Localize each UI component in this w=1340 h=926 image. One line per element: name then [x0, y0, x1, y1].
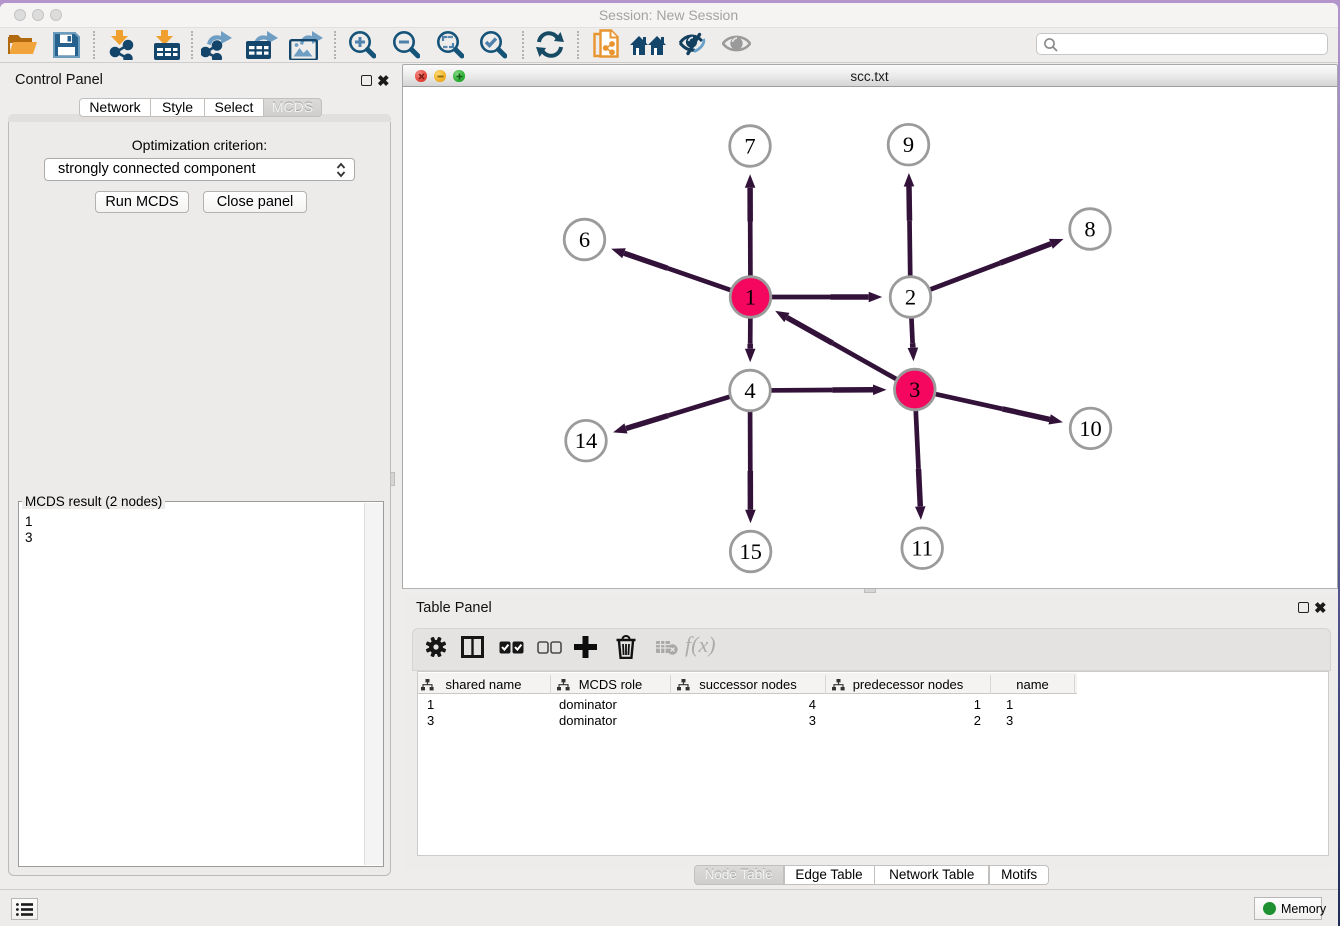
svg-text:6: 6: [579, 227, 590, 252]
svg-text:2: 2: [905, 284, 916, 309]
svg-text:1: 1: [745, 284, 756, 309]
svg-text:11: 11: [911, 536, 933, 561]
svg-text:4: 4: [744, 378, 755, 403]
svg-text:8: 8: [1084, 216, 1095, 241]
svg-text:7: 7: [744, 133, 755, 158]
svg-text:14: 14: [575, 428, 598, 453]
svg-text:3: 3: [909, 377, 920, 402]
svg-text:9: 9: [903, 132, 914, 157]
svg-text:15: 15: [739, 539, 762, 564]
svg-text:10: 10: [1079, 416, 1102, 441]
